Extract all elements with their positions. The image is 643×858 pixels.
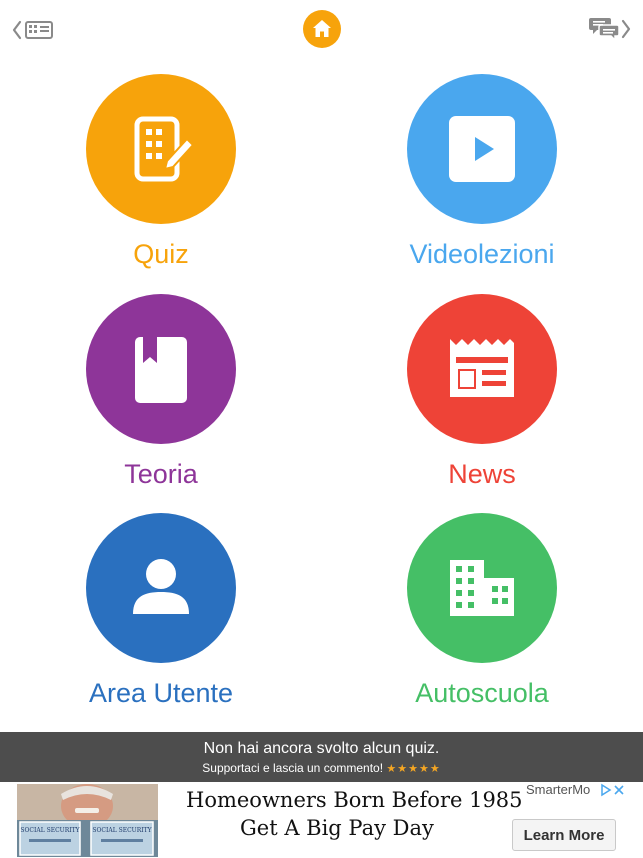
back-to-keypad-icon bbox=[12, 20, 53, 40]
book-bookmark-icon bbox=[135, 337, 187, 403]
banner-message: Non hai ancora svolto alcun quiz. bbox=[203, 740, 440, 757]
back-button[interactable] bbox=[12, 16, 56, 44]
tile-videolezioni[interactable]: Videolezioni bbox=[382, 74, 582, 304]
tile-news[interactable]: News bbox=[382, 294, 582, 524]
quiz-grid-pencil-icon bbox=[134, 116, 195, 182]
advertisement[interactable]: SOCIAL SECURITY SOCIAL SECURITY Homeowne… bbox=[0, 782, 643, 858]
home-button[interactable] bbox=[303, 10, 341, 48]
building-icon bbox=[450, 560, 514, 616]
ad-headline-line1: Homeowners Born Before 1985 bbox=[186, 788, 523, 812]
tile-label: News bbox=[448, 459, 516, 489]
top-bar bbox=[0, 0, 643, 58]
tile-label: Area Utente bbox=[88, 678, 234, 708]
ad-card-text-right: SOCIAL SECURITY bbox=[92, 827, 152, 834]
area-utente-circle bbox=[86, 513, 236, 663]
autoscuola-circle bbox=[407, 513, 557, 663]
tile-area-utente[interactable]: Area Utente bbox=[61, 513, 261, 743]
learn-more-button[interactable]: Learn More bbox=[512, 819, 616, 851]
tile-label: Teoria bbox=[124, 459, 198, 489]
tile-label: Quiz bbox=[133, 239, 189, 269]
adchoices-icon bbox=[601, 783, 624, 797]
rating-stars-icon: ★★★★★ bbox=[386, 763, 441, 775]
man-with-cards-image: SOCIAL SECURITY SOCIAL SECURITY bbox=[17, 784, 158, 857]
adchoices-button[interactable] bbox=[600, 783, 626, 797]
play-video-icon bbox=[449, 116, 515, 182]
ad-sponsor: SmarterMo bbox=[526, 782, 591, 797]
ad-headline-line2: Get A Big Pay Day bbox=[240, 816, 434, 840]
tile-teoria[interactable]: Teoria bbox=[61, 294, 261, 524]
tile-label: Autoscuola bbox=[415, 678, 549, 708]
news-circle bbox=[407, 294, 557, 444]
teoria-circle bbox=[86, 294, 236, 444]
rate-app-banner[interactable]: Non hai ancora svolto alcun quiz. Suppor… bbox=[0, 732, 643, 782]
banner-subtext: Supportaci e lascia un commento! bbox=[202, 761, 384, 775]
tile-quiz[interactable]: Quiz bbox=[61, 74, 261, 304]
chat-bubbles-forward-icon bbox=[589, 18, 631, 42]
videolezioni-circle bbox=[407, 74, 557, 224]
user-icon bbox=[133, 559, 189, 614]
quiz-circle bbox=[86, 74, 236, 224]
ad-card-text-left: SOCIAL SECURITY bbox=[20, 827, 80, 834]
newspaper-icon bbox=[450, 339, 514, 397]
banner-subtext-row: Supportaci e lascia un commento! ★★★★★ bbox=[0, 761, 643, 775]
comments-button[interactable] bbox=[587, 15, 631, 43]
tile-autoscuola[interactable]: Autoscuola bbox=[382, 513, 582, 743]
ad-image: SOCIAL SECURITY SOCIAL SECURITY bbox=[17, 784, 158, 857]
home-icon bbox=[313, 20, 331, 37]
tile-label: Videolezioni bbox=[409, 239, 555, 269]
